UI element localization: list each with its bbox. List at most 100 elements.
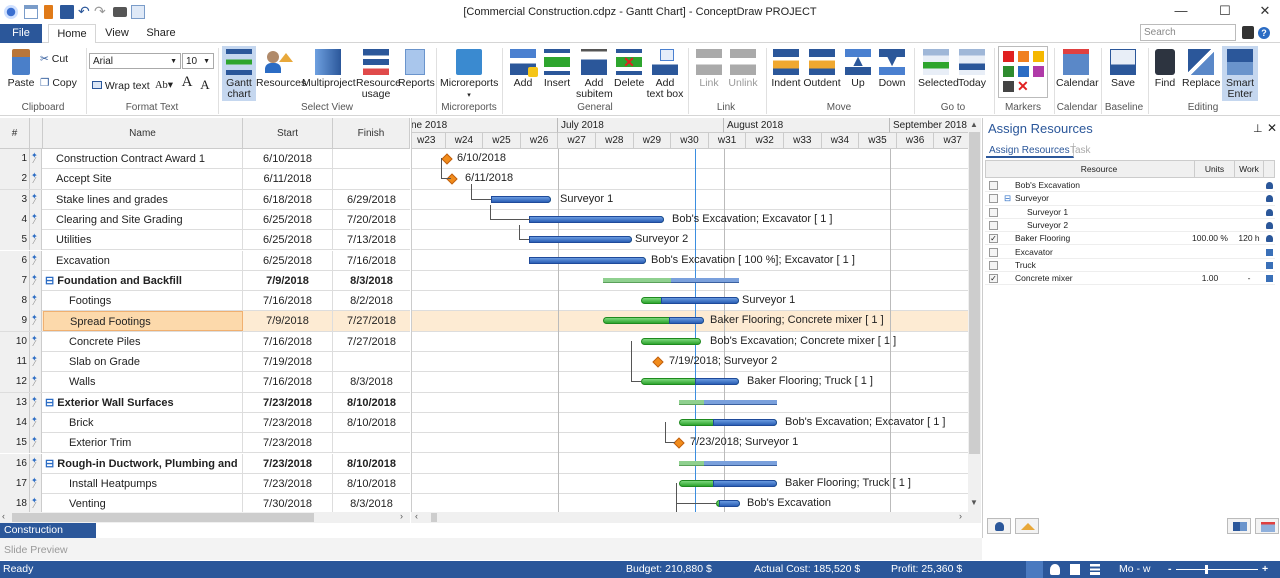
row-number[interactable]: 16: [0, 453, 30, 474]
goto-today-button[interactable]: Today: [956, 49, 988, 89]
find-button[interactable]: Find: [1150, 49, 1180, 89]
marker-purple[interactable]: [1033, 66, 1044, 77]
dependency-link[interactable]: [519, 224, 529, 241]
task-bar-progress[interactable]: [491, 195, 551, 203]
table-row[interactable]: 5 ✦ ⁄ Utilities 6/25/2018 7/13/2018: [0, 230, 410, 251]
task-name[interactable]: Concrete Piles: [43, 331, 243, 352]
table-row[interactable]: 12 ✦ ⁄ Walls 7/16/2018 8/3/2018: [0, 372, 410, 393]
resource-row[interactable]: ✓ Concrete mixer 1.00-: [985, 272, 1275, 286]
resource-row[interactable]: Surveyor 2: [985, 219, 1275, 233]
zoom-slider[interactable]: [1176, 569, 1258, 570]
scroll-left-icon[interactable]: ‹: [2, 511, 5, 521]
add-button[interactable]: Add: [508, 49, 538, 89]
table-row[interactable]: 6 ✦ ⁄ Excavation 6/25/2018 7/16/2018: [0, 250, 410, 271]
resource-work[interactable]: -: [1237, 272, 1261, 285]
resource-checkbox[interactable]: [989, 207, 998, 217]
task-bar-progress[interactable]: [694, 378, 739, 386]
task-finish[interactable]: 8/3/2018: [333, 494, 410, 512]
minimize-button[interactable]: —: [1166, 2, 1196, 22]
table-row[interactable]: 7 ✦ ⁄ ⊟ Foundation and Backfill 7/9/2018 8/3/…: [0, 270, 410, 292]
row-number[interactable]: 7: [0, 270, 30, 291]
resource-checkbox[interactable]: [989, 181, 998, 190]
task-finish[interactable]: 7/16/2018: [333, 251, 410, 271]
task-finish[interactable]: 7/13/2018: [333, 230, 410, 250]
task-name[interactable]: Install Heatpumps: [43, 473, 243, 494]
task-finish[interactable]: 8/10/2018: [333, 413, 410, 433]
collapse-toggle-icon[interactable]: ⊟: [45, 275, 57, 287]
resource-units[interactable]: 100.00 %: [1187, 232, 1233, 245]
table-row[interactable]: 13 ✦ ⁄ ⊟ Exterior Wall Surfaces 7/23/2018 8/1…: [0, 392, 410, 413]
gantt-view-toggle-icon[interactable]: [1026, 561, 1043, 578]
font-size-select[interactable]: 10 ▼: [182, 53, 214, 69]
task-start[interactable]: 6/10/2018: [243, 149, 333, 169]
task-name[interactable]: Construction Contract Award 1: [43, 149, 243, 169]
unlink-button[interactable]: Unlink: [726, 49, 760, 89]
row-number[interactable]: 2: [0, 169, 30, 190]
zoom-in-button[interactable]: +: [1262, 561, 1268, 578]
task-name[interactable]: Clearing and Site Grading: [43, 209, 243, 230]
tab-file[interactable]: File: [0, 24, 42, 43]
row-number[interactable]: 10: [0, 331, 30, 352]
resource-checkbox[interactable]: ✓: [989, 274, 998, 284]
task-start[interactable]: 7/16/2018: [243, 331, 333, 352]
marker-blue[interactable]: [1018, 66, 1029, 77]
task-bar-progress[interactable]: [668, 317, 704, 325]
move-up-button[interactable]: ▲ Up: [844, 49, 872, 89]
insert-button[interactable]: Insert: [540, 49, 574, 89]
row-number[interactable]: 14: [0, 412, 30, 433]
summary-bar[interactable]: [671, 277, 739, 283]
slide-preview-label[interactable]: Slide Preview: [4, 544, 68, 556]
gantt-chart-button[interactable]: Gantt chart: [222, 46, 256, 101]
project-tab[interactable]: Construction Project: [0, 523, 96, 551]
collapse-toggle-icon[interactable]: ⊟: [45, 458, 57, 470]
row-number[interactable]: 11: [0, 352, 30, 372]
dependency-link[interactable]: [665, 421, 675, 444]
resource-checkbox[interactable]: [989, 260, 998, 270]
row-number[interactable]: 18: [0, 494, 30, 512]
microreports-button[interactable]: Microreports ▾: [440, 49, 498, 101]
scroll-right-icon[interactable]: ›: [400, 511, 403, 521]
scrollbar-thumb[interactable]: [12, 513, 314, 522]
month-gridline[interactable]: [558, 149, 559, 512]
col-header-resource[interactable]: Resource: [1004, 161, 1194, 178]
resource-checkbox[interactable]: [989, 247, 998, 257]
copy-button[interactable]: ❐ Copy: [40, 78, 82, 89]
task-name[interactable]: Brick: [43, 412, 243, 433]
task-finish[interactable]: 8/10/2018: [333, 454, 410, 474]
zoom-out-button[interactable]: -: [1168, 561, 1172, 578]
add-person-resource-button[interactable]: [987, 518, 1011, 534]
add-text-box-button[interactable]: Add text box: [646, 49, 684, 100]
row-number[interactable]: 5: [0, 230, 30, 251]
close-panel-icon[interactable]: ✕: [1267, 121, 1277, 135]
row-number[interactable]: 3: [0, 189, 30, 210]
scroll-right-icon[interactable]: ›: [959, 511, 962, 521]
table-row[interactable]: 14 ✦ ⁄ Brick 7/23/2018 8/10/2018: [0, 412, 410, 434]
task-bar-progress[interactable]: [529, 236, 632, 244]
row-number[interactable]: 8: [0, 291, 30, 312]
add-material-resource-button[interactable]: [1015, 518, 1039, 534]
month-gridline[interactable]: [724, 149, 725, 512]
task-start[interactable]: 7/16/2018: [243, 291, 333, 312]
task-finish[interactable]: 8/3/2018: [333, 372, 410, 392]
close-button[interactable]: ✕: [1250, 2, 1280, 22]
task-finish[interactable]: [333, 433, 410, 453]
collapse-toggle-icon[interactable]: ⊟: [45, 397, 57, 409]
table-row[interactable]: 11 ✦ ⁄ Slab on Grade 7/19/2018: [0, 352, 410, 373]
tab-share[interactable]: Share: [140, 24, 182, 43]
col-header-units[interactable]: Units: [1194, 161, 1234, 178]
scrollbar-thumb[interactable]: [969, 132, 980, 454]
task-bar-progress[interactable]: [660, 297, 739, 305]
markers-gallery[interactable]: ✕: [998, 46, 1048, 98]
task-bar-progress[interactable]: [713, 418, 777, 426]
goto-selected-button[interactable]: Selected: [918, 49, 959, 89]
task-start[interactable]: 7/30/2018: [243, 494, 333, 512]
task-name[interactable]: ⊟ Rough-in Ductwork, Plumbing and: [43, 453, 243, 474]
reports-button[interactable]: Reports: [398, 49, 435, 89]
grid-horizontal-scrollbar[interactable]: ‹ ›: [0, 511, 410, 523]
resource-row[interactable]: ⊟ Surveyor: [985, 192, 1275, 206]
dependency-link[interactable]: [490, 204, 530, 220]
task-start[interactable]: 6/25/2018: [243, 209, 333, 230]
collapse-toggle-icon[interactable]: ⊟: [1004, 192, 1011, 205]
link-button[interactable]: Link: [694, 49, 724, 89]
search-input[interactable]: Search: [1140, 24, 1236, 41]
